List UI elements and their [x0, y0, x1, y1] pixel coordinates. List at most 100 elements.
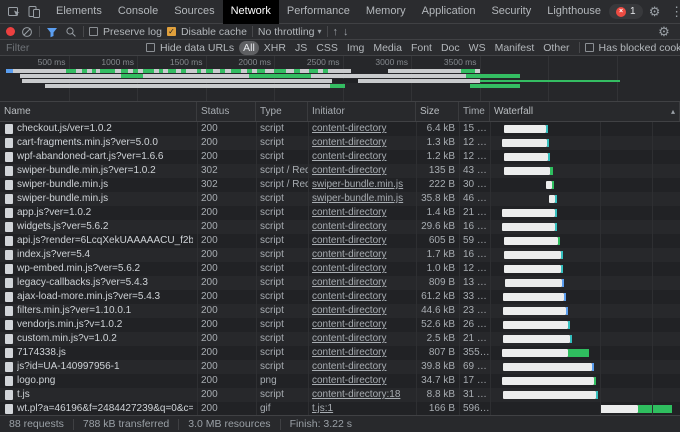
- hide-data-urls-checkbox[interactable]: [146, 43, 155, 52]
- status-cell: 200: [201, 333, 218, 344]
- initiator-link[interactable]: swiper-bundle.min.js: [312, 193, 403, 204]
- waterfall-download-bar: [568, 349, 589, 357]
- column-header-type[interactable]: Type: [256, 102, 308, 121]
- initiator-link[interactable]: content-directory: [312, 235, 386, 246]
- initiator-link[interactable]: content-directory: [312, 375, 386, 386]
- tab-sources[interactable]: Sources: [166, 0, 222, 24]
- filter-type-img[interactable]: Img: [343, 41, 369, 55]
- initiator-link[interactable]: content-directory: [312, 123, 386, 134]
- tab-memory[interactable]: Memory: [358, 0, 414, 24]
- filter-type-js[interactable]: JS: [291, 41, 311, 55]
- table-row[interactable]: swiper-bundle.min.js 200 script swiper-bund…: [0, 192, 680, 206]
- waterfall-download-bar: [555, 223, 557, 231]
- column-header-status[interactable]: Status: [197, 102, 256, 121]
- table-row[interactable]: swiper-bundle.min.js 302 script / Redi… swi…: [0, 178, 680, 192]
- export-har-icon[interactable]: ↓: [343, 26, 349, 38]
- table-row[interactable]: legacy-callbacks.js?ver=5.4.3 200 script co…: [0, 276, 680, 290]
- initiator-link[interactable]: content-directory: [312, 249, 386, 260]
- more-menu-icon[interactable]: ⋮: [667, 1, 680, 23]
- filter-type-other[interactable]: Other: [539, 41, 573, 55]
- initiator-link[interactable]: swiper-bundle.min.js: [312, 179, 403, 190]
- table-row[interactable]: wp-embed.min.js?ver=5.6.2 200 script conten…: [0, 262, 680, 276]
- table-row[interactable]: vendorjs.min.js?v=1.0.2 200 script content-…: [0, 318, 680, 332]
- initiator-link[interactable]: content-directory: [312, 333, 386, 344]
- initiator-link[interactable]: content-directory: [312, 361, 386, 372]
- table-row[interactable]: t.js 200 script content-directory:18 8.8 kB 3…: [0, 388, 680, 402]
- inspect-element-icon[interactable]: [4, 1, 24, 23]
- overview-bar: [466, 74, 520, 78]
- table-row[interactable]: app.js?ver=1.0.2 200 script content-directo…: [0, 206, 680, 220]
- table-row[interactable]: api.js?render=6LcqXekUAAAAACU_f2b7oM1ZqX…: [0, 234, 680, 248]
- device-toolbar-icon[interactable]: [24, 1, 44, 23]
- initiator-link[interactable]: content-directory: [312, 277, 386, 288]
- tab-security[interactable]: Security: [483, 0, 539, 24]
- column-header-size[interactable]: Size: [416, 102, 459, 121]
- preserve-log-checkbox[interactable]: [89, 27, 98, 36]
- column-header-name[interactable]: Name: [0, 102, 197, 121]
- record-button[interactable]: [6, 27, 15, 36]
- filter-type-manifest[interactable]: Manifest: [491, 41, 539, 55]
- column-header-waterfall[interactable]: Waterfall ▴: [490, 102, 680, 121]
- initiator-link[interactable]: content-directory: [312, 207, 386, 218]
- error-icon: ×: [616, 6, 627, 17]
- table-row[interactable]: swiper-bundle.min.js?ver=1.0.2 302 script …: [0, 164, 680, 178]
- initiator-link[interactable]: content-directory: [312, 221, 386, 232]
- table-row[interactable]: checkout.js/ver=1.0.2 200 script content-di…: [0, 122, 680, 136]
- table-row[interactable]: ajax-load-more.min.js?ver=5.4.3 200 script…: [0, 290, 680, 304]
- settings-gear-icon[interactable]: ⚙: [645, 1, 665, 23]
- waterfall-cell: [490, 122, 680, 136]
- initiator-link[interactable]: content-directory: [312, 291, 386, 302]
- tab-performance[interactable]: Performance: [279, 0, 358, 24]
- column-header-initiator[interactable]: Initiator: [308, 102, 416, 121]
- tab-lighthouse[interactable]: Lighthouse: [539, 0, 609, 24]
- table-row[interactable]: js?id=UA-140997956-1 200 script content-dir…: [0, 360, 680, 374]
- table-row[interactable]: logo.png 200 png content-directory 34.7 kB 17…: [0, 374, 680, 388]
- waterfall-download-bar: [561, 251, 563, 259]
- throttling-select[interactable]: No throttling ▾: [258, 26, 322, 38]
- tab-application[interactable]: Application: [414, 0, 484, 24]
- overview-bar: [100, 69, 115, 73]
- throttling-value: No throttling: [257, 25, 315, 38]
- filter-type-all[interactable]: All: [239, 40, 259, 55]
- table-row[interactable]: cart-fragments.min.js?ver=5.0.0 200 script…: [0, 136, 680, 150]
- initiator-link[interactable]: content-directory: [312, 305, 386, 316]
- initiator-link[interactable]: t.js:1: [312, 403, 333, 414]
- disable-cache-checkbox[interactable]: ✓: [166, 27, 176, 36]
- file-icon: [5, 236, 13, 246]
- filter-type-ws[interactable]: WS: [465, 41, 490, 55]
- table-row[interactable]: filters.min.js?ver=1.10.0.1 200 script cont…: [0, 304, 680, 318]
- overview-bar: [247, 69, 252, 73]
- initiator-link[interactable]: content-directory: [312, 151, 386, 162]
- filter-type-css[interactable]: CSS: [312, 41, 342, 55]
- filter-type-doc[interactable]: Doc: [437, 41, 464, 55]
- table-row[interactable]: custom.min.js?v=1.0.2 200 script content-di…: [0, 332, 680, 346]
- filter-type-font[interactable]: Font: [407, 41, 436, 55]
- column-header-time[interactable]: Time: [459, 102, 490, 121]
- tab-network[interactable]: Network: [222, 0, 279, 24]
- initiator-link[interactable]: content-directory:18: [312, 389, 400, 400]
- table-row[interactable]: wt.pl?a=46196&f=2484427239&q=0&c=&p=http…: [0, 402, 680, 415]
- request-name: custom.min.js?v=1.0.2: [17, 333, 117, 344]
- file-icon: [5, 124, 13, 134]
- tab-console[interactable]: Console: [110, 0, 166, 24]
- size-cell: 807 B: [428, 347, 455, 358]
- filter-type-xhr[interactable]: XHR: [260, 41, 290, 55]
- overview-tick-label: 500 ms: [37, 57, 66, 67]
- initiator-link[interactable]: content-directory: [312, 137, 386, 148]
- import-har-icon[interactable]: ↑: [333, 26, 339, 38]
- size-cell: 44.6 kB: [421, 305, 455, 316]
- table-row[interactable]: index.js?ver=5.4 200 script content-directo…: [0, 248, 680, 262]
- filter-type-media[interactable]: Media: [369, 41, 406, 55]
- has-blocked-cookies-checkbox[interactable]: [584, 43, 594, 52]
- table-row[interactable]: widgets.js?ver=5.6.2 200 script content-dir…: [0, 220, 680, 234]
- initiator-link[interactable]: content-directory: [312, 263, 386, 274]
- table-row[interactable]: wpf-abandoned-cart.js?ver=1.6.6 200 script…: [0, 150, 680, 164]
- table-row[interactable]: 7174338.js 200 script content-directory 807 …: [0, 346, 680, 360]
- filter-input[interactable]: [6, 41, 141, 54]
- initiator-link[interactable]: content-directory: [312, 165, 386, 176]
- initiator-link[interactable]: content-directory: [312, 319, 386, 330]
- error-badge[interactable]: × 1: [609, 4, 643, 19]
- initiator-cell: content-directory: [308, 360, 416, 374]
- initiator-link[interactable]: content-directory: [312, 347, 386, 358]
- timeline-overview[interactable]: 500 ms 1000 ms 1500 ms 2000 ms 2500 ms 3000 m…: [0, 56, 680, 102]
